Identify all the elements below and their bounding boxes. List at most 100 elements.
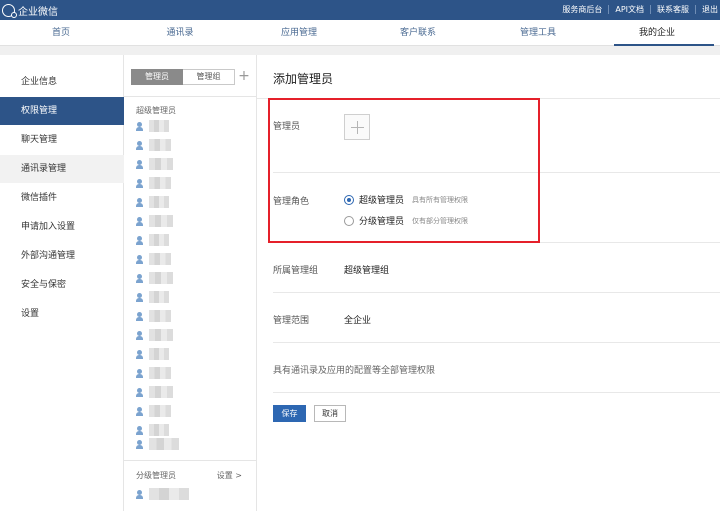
sidebar-item-enterprise-info[interactable]: 企业信息 bbox=[0, 68, 124, 96]
add-admin-button[interactable] bbox=[344, 114, 370, 140]
cancel-button[interactable]: 取消 bbox=[314, 405, 346, 422]
redacted-name bbox=[149, 177, 171, 189]
redacted-name bbox=[149, 196, 169, 208]
list-item[interactable] bbox=[136, 195, 169, 209]
sidebar-item-settings[interactable]: 设置 bbox=[0, 300, 124, 328]
sidebar-item-security[interactable]: 安全与保密 bbox=[0, 271, 124, 299]
main-area: 企业信息 权限管理 聊天管理 通讯录管理 微信插件 申请加入设置 外部沟通管理 … bbox=[0, 55, 720, 511]
redacted-name bbox=[149, 386, 173, 398]
main-nav: 首页 通讯录 应用管理 客户联系 管理工具 我的企业 bbox=[0, 20, 720, 46]
tab-contacts[interactable]: 通讯录 bbox=[166, 20, 193, 46]
list-item[interactable] bbox=[136, 252, 171, 266]
user-icon bbox=[136, 406, 143, 416]
redacted-name bbox=[149, 291, 169, 303]
add-admin-form: 添加管理员 管理员 管理角色 超级管理员 具有所有管理权限 分级管理员 仅有部分… bbox=[257, 55, 720, 511]
sub-admin-section-title: 分级管理员 bbox=[136, 471, 176, 480]
tab-management-tools[interactable]: 管理工具 bbox=[520, 20, 556, 46]
tab-customer-contact[interactable]: 客户联系 bbox=[400, 20, 436, 46]
user-icon bbox=[136, 235, 143, 245]
active-tab-indicator bbox=[614, 44, 714, 46]
link-service-provider[interactable]: 服务商后台 bbox=[562, 4, 602, 15]
redacted-name bbox=[149, 405, 171, 417]
user-icon bbox=[136, 197, 143, 207]
super-admin-section-title: 超级管理员 bbox=[136, 106, 176, 115]
list-item[interactable] bbox=[136, 309, 171, 323]
user-icon bbox=[136, 254, 143, 264]
redacted-name bbox=[149, 158, 173, 170]
radio-unchecked-icon[interactable] bbox=[344, 215, 354, 226]
list-item[interactable] bbox=[136, 366, 171, 380]
user-icon bbox=[136, 311, 143, 321]
list-item[interactable] bbox=[136, 437, 179, 451]
brand[interactable]: 企业微信 bbox=[2, 3, 58, 18]
redacted-name bbox=[149, 139, 171, 151]
divider bbox=[273, 242, 720, 243]
tab-home[interactable]: 首页 bbox=[52, 20, 70, 46]
divider bbox=[273, 392, 720, 393]
list-item[interactable] bbox=[136, 404, 171, 418]
list-item[interactable] bbox=[136, 385, 173, 399]
radio-checked-icon[interactable] bbox=[344, 194, 354, 205]
list-item[interactable] bbox=[136, 157, 173, 171]
list-item[interactable] bbox=[136, 487, 189, 501]
top-links: 服务商后台 API文档 联系客服 退出 bbox=[562, 4, 718, 15]
save-button[interactable]: 保存 bbox=[273, 405, 306, 422]
user-icon bbox=[136, 140, 143, 150]
page-title: 添加管理员 bbox=[273, 72, 334, 86]
user-icon bbox=[136, 387, 143, 397]
sidebar-item-external-communication[interactable]: 外部沟通管理 bbox=[0, 242, 124, 270]
wecom-logo-icon bbox=[2, 4, 17, 18]
redacted-name bbox=[149, 348, 169, 360]
divider bbox=[695, 5, 696, 14]
sidebar-item-permissions[interactable]: 权限管理 bbox=[0, 97, 124, 125]
sidebar-item-chat-management[interactable]: 聊天管理 bbox=[0, 126, 124, 154]
divider bbox=[257, 98, 720, 99]
sidebar-item-contacts-management[interactable]: 通讯录管理 bbox=[0, 155, 124, 183]
list-item[interactable] bbox=[136, 271, 173, 285]
redacted-name bbox=[149, 424, 169, 436]
sub-admin-settings-link[interactable]: 设置 > bbox=[217, 470, 242, 481]
tab-app-management[interactable]: 应用管理 bbox=[281, 20, 317, 46]
user-icon bbox=[136, 330, 143, 340]
divider bbox=[273, 172, 720, 173]
divider bbox=[124, 460, 257, 461]
list-item[interactable] bbox=[136, 347, 169, 361]
role-option-super-admin[interactable]: 超级管理员 具有所有管理权限 bbox=[344, 193, 468, 206]
divider bbox=[650, 5, 651, 14]
user-icon bbox=[136, 439, 143, 449]
role-field-label: 管理角色 bbox=[273, 197, 310, 207]
role-option-label: 超级管理员 bbox=[359, 196, 405, 206]
list-item[interactable] bbox=[136, 423, 169, 437]
list-item[interactable] bbox=[136, 119, 169, 133]
list-item[interactable] bbox=[136, 214, 173, 228]
link-contact-support[interactable]: 联系客服 bbox=[657, 4, 689, 15]
redacted-name bbox=[149, 488, 189, 500]
sidebar: 企业信息 权限管理 聊天管理 通讯录管理 微信插件 申请加入设置 外部沟通管理 … bbox=[0, 55, 124, 511]
sidebar-item-wechat-plugin[interactable]: 微信插件 bbox=[0, 184, 124, 212]
role-option-label: 分级管理员 bbox=[359, 217, 405, 227]
user-icon bbox=[136, 368, 143, 378]
redacted-name bbox=[149, 215, 173, 227]
user-icon bbox=[136, 489, 143, 499]
role-option-desc: 具有所有管理权限 bbox=[412, 195, 469, 204]
redacted-name bbox=[149, 438, 179, 450]
tab-admins[interactable]: 管理员 bbox=[131, 69, 183, 85]
tab-admin-groups[interactable]: 管理组 bbox=[183, 69, 235, 85]
redacted-name bbox=[149, 367, 171, 379]
sidebar-item-join-settings[interactable]: 申请加入设置 bbox=[0, 213, 124, 241]
link-logout[interactable]: 退出 bbox=[702, 4, 718, 15]
user-icon bbox=[136, 216, 143, 226]
tab-my-enterprise[interactable]: 我的企业 bbox=[639, 20, 675, 46]
list-item[interactable] bbox=[136, 138, 171, 152]
redacted-name bbox=[149, 329, 173, 341]
plus-icon[interactable]: + bbox=[237, 69, 251, 83]
top-bar: 企业微信 服务商后台 API文档 联系客服 退出 bbox=[0, 0, 720, 20]
admin-tab-switcher: 管理员 管理组 bbox=[131, 69, 235, 85]
role-option-desc: 仅有部分管理权限 bbox=[412, 216, 469, 225]
link-api-docs[interactable]: API文档 bbox=[615, 4, 644, 15]
role-option-sub-admin[interactable]: 分级管理员 仅有部分管理权限 bbox=[344, 214, 468, 227]
list-item[interactable] bbox=[136, 290, 169, 304]
list-item[interactable] bbox=[136, 328, 173, 342]
list-item[interactable] bbox=[136, 233, 169, 247]
list-item[interactable] bbox=[136, 176, 171, 190]
